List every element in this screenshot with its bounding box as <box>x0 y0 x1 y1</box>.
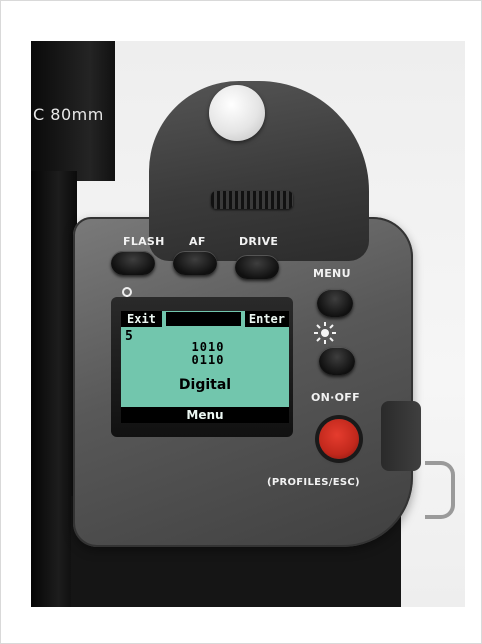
lcd-bits-line2: 0110 <box>191 353 225 367</box>
side-grip <box>381 401 421 471</box>
power-button[interactable] <box>319 419 359 459</box>
lcd-exit-softkey[interactable]: Exit <box>121 311 162 327</box>
af-label: AF <box>189 235 206 248</box>
drive-button[interactable] <box>235 255 279 279</box>
lcd-bits-graphic: 1010 0110 <box>188 341 228 367</box>
flash-button[interactable] <box>111 251 155 275</box>
shutter-button[interactable] <box>209 85 265 141</box>
profiles-esc-label: (PROFILES/ESC) <box>267 477 360 488</box>
strap-lug <box>425 461 455 519</box>
lcd-screen: Exit Enter 5 1010 0110 Digital Menu <box>121 311 289 423</box>
onoff-label: ON·OFF <box>311 391 360 404</box>
lcd-center-bar <box>165 312 241 326</box>
lcd-value: 5 <box>125 329 133 344</box>
lcd-top-bar: Exit Enter <box>121 311 289 327</box>
camera-lens: C 80mm <box>31 41 115 181</box>
sun-icon <box>314 322 336 344</box>
camera-photo: C 80mm FLASH AF DRIVE MENU ON·OFF (PROFI… <box>31 41 465 607</box>
control-dial[interactable] <box>211 191 293 209</box>
flash-label: FLASH <box>123 235 165 248</box>
drive-label: DRIVE <box>239 235 279 248</box>
lens-marking: C 80mm <box>33 105 104 124</box>
af-button[interactable] <box>173 251 217 275</box>
brightness-button[interactable] <box>319 347 355 375</box>
lcd-enter-softkey[interactable]: Enter <box>244 311 289 327</box>
image-frame: C 80mm FLASH AF DRIVE MENU ON·OFF (PROFI… <box>0 0 482 644</box>
lcd-mode: Digital <box>178 377 232 393</box>
menu-label: MENU <box>313 267 351 280</box>
lcd-menu-softkey[interactable]: Menu <box>121 407 289 423</box>
menu-button[interactable] <box>317 289 353 317</box>
